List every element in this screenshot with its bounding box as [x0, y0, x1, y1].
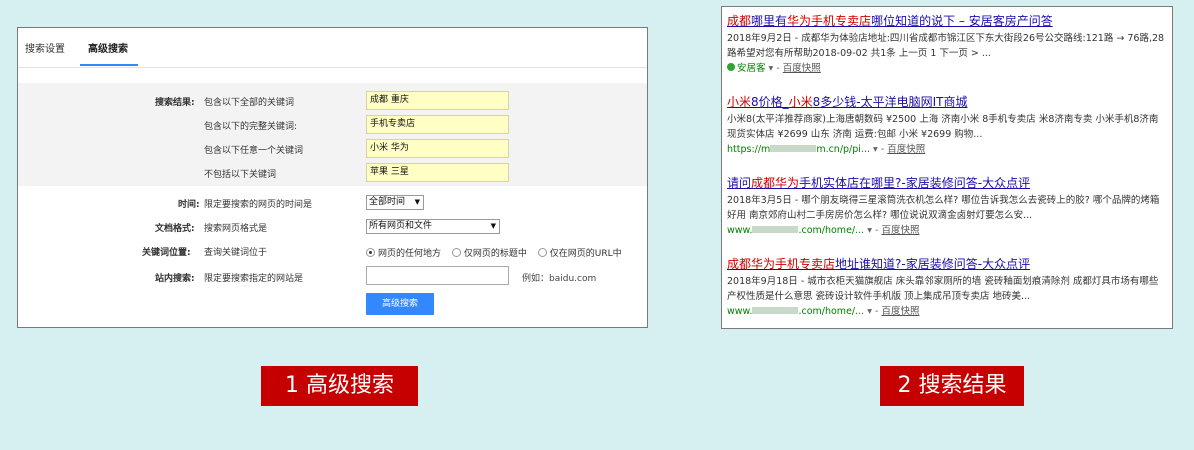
- caret-down-icon: ▼: [414, 198, 420, 206]
- exclude-words-input[interactable]: 苹果 三星: [366, 163, 509, 182]
- radio-icon: [537, 248, 547, 257]
- keyword-position-options: 网页的任何地方 仅网页的标题中 仅在网页的URL中: [366, 246, 630, 259]
- caret-down-icon: ▼: [490, 222, 496, 230]
- blurred-url: [752, 307, 799, 314]
- result-url: www. .com/home/... ▾ - 百度快照: [727, 306, 920, 317]
- snapshot-link[interactable]: 百度快照: [881, 306, 919, 317]
- time-label: 时间:: [178, 200, 200, 210]
- time-select-value: 全部时间: [369, 197, 406, 207]
- result-item: 成都哪里有华为手机专卖店哪位知道的说下 – 安居客房产问答 2018年9月2日 …: [727, 13, 1167, 76]
- tab-search-settings[interactable]: 搜索设置: [25, 40, 65, 55]
- result-item: 成都华为手机专卖店地址谁知道?-家居装修问答-大众点评 2018年9月18日 -…: [727, 256, 1167, 319]
- site-search-description: 限定要搜索指定的网站是: [204, 274, 304, 284]
- radio-icon: [451, 248, 461, 257]
- active-tab-indicator: [80, 64, 138, 66]
- caption-search-results: 2 搜索结果: [880, 366, 1024, 406]
- result-title-link[interactable]: 成都华为手机专卖店地址谁知道?-家居装修问答-大众点评: [727, 256, 1167, 272]
- result-abstract: 2018年9月2日 - 成都华为体验店地址:四川省成都市锦江区下东大街段26号公…: [727, 33, 1165, 59]
- snapshot-link[interactable]: 百度快照: [881, 225, 919, 236]
- format-select-value: 所有网页和文件: [369, 221, 433, 231]
- result-abstract: 2018年3月5日 - 哪个朋友晓得三星滚筒洗衣机怎么样? 哪位告诉我怎么去瓷砖…: [727, 195, 1160, 221]
- advanced-search-button[interactable]: 高级搜索: [366, 293, 434, 315]
- search-results-panel: 成都哪里有华为手机专卖店哪位知道的说下 – 安居客房产问答 2018年9月2日 …: [721, 6, 1173, 329]
- time-select[interactable]: 全部时间 ▼: [366, 195, 424, 210]
- tab-advanced-search[interactable]: 高级搜索: [88, 40, 128, 55]
- site-example: 例如：baidu.com: [522, 274, 597, 284]
- all-words-input[interactable]: 成都 重庆: [366, 91, 509, 110]
- keyword-position-label: 关键词位置:: [142, 248, 191, 258]
- format-description: 搜索网页格式是: [204, 224, 268, 234]
- result-url: https://m m.cn/p/pi... ▾ - 百度快照: [727, 144, 926, 155]
- site-input[interactable]: [366, 266, 509, 285]
- result-url: www. .com/home/... ▾ - 百度快照: [727, 225, 920, 236]
- exclude-words-label: 不包括以下关键词: [204, 170, 277, 180]
- radio-anywhere[interactable]: 网页的任何地方: [366, 248, 441, 259]
- site-logo-icon: [727, 63, 735, 71]
- keyword-position-description: 查询关键词位于: [204, 248, 268, 258]
- keyword-section: [18, 83, 647, 186]
- radio-url-only[interactable]: 仅在网页的URL中: [537, 248, 622, 259]
- snapshot-link[interactable]: 百度快照: [887, 144, 925, 155]
- site-search-label: 站内搜索:: [155, 274, 195, 284]
- result-title-link[interactable]: 请问成都华为手机实体店在哪里?-家居装修问答-大众点评: [727, 175, 1167, 191]
- result-item: 小米8价格_小米8多少钱-太平洋电脑网IT商城 小米8(太平洋推荐商家)上海唐朝…: [727, 94, 1167, 157]
- any-words-input[interactable]: 小米 华为: [366, 139, 509, 158]
- result-item: 请问成都华为手机实体店在哪里?-家居装修问答-大众点评 2018年3月5日 - …: [727, 175, 1167, 238]
- result-url: 安居客 ▾ - 百度快照: [727, 61, 1167, 76]
- format-label: 文档格式:: [155, 224, 195, 234]
- result-abstract: 小米8(太平洋推荐商家)上海唐朝数码 ¥2500 上海 济南小米 8手机专卖店 …: [727, 114, 1159, 140]
- tab-bar: 搜索设置 高级搜索: [18, 28, 647, 68]
- exact-phrase-input[interactable]: 手机专卖店: [366, 115, 509, 134]
- time-description: 限定要搜索的网页的时间是: [204, 200, 313, 210]
- format-select[interactable]: 所有网页和文件 ▼: [366, 219, 500, 234]
- caption-advanced-search: 1 高级搜索: [261, 366, 418, 406]
- all-words-label: 包含以下全部的关键词: [204, 98, 295, 108]
- snapshot-link[interactable]: 百度快照: [783, 63, 821, 74]
- blurred-url: [770, 145, 817, 152]
- advanced-search-panel: 搜索设置 高级搜索 搜索结果: 包含以下全部的关键词 成都 重庆 包含以下的完整…: [17, 27, 648, 328]
- result-abstract: 2018年9月18日 - 城市衣柜天猫旗舰店 床头靠邻家厕所的墙 瓷砖釉面划痕清…: [727, 276, 1159, 302]
- result-title-link[interactable]: 成都哪里有华为手机专卖店哪位知道的说下 – 安居客房产问答: [727, 13, 1167, 29]
- result-title-link[interactable]: 小米8价格_小米8多少钱-太平洋电脑网IT商城: [727, 94, 1167, 110]
- any-words-label: 包含以下任意一个关键词: [204, 146, 304, 156]
- radio-title-only[interactable]: 仅网页的标题中: [451, 248, 527, 259]
- search-results-label: 搜索结果:: [155, 98, 195, 108]
- exact-phrase-label: 包含以下的完整关键词:: [204, 122, 298, 132]
- radio-selected-icon: [366, 248, 375, 257]
- blurred-url: [752, 226, 799, 233]
